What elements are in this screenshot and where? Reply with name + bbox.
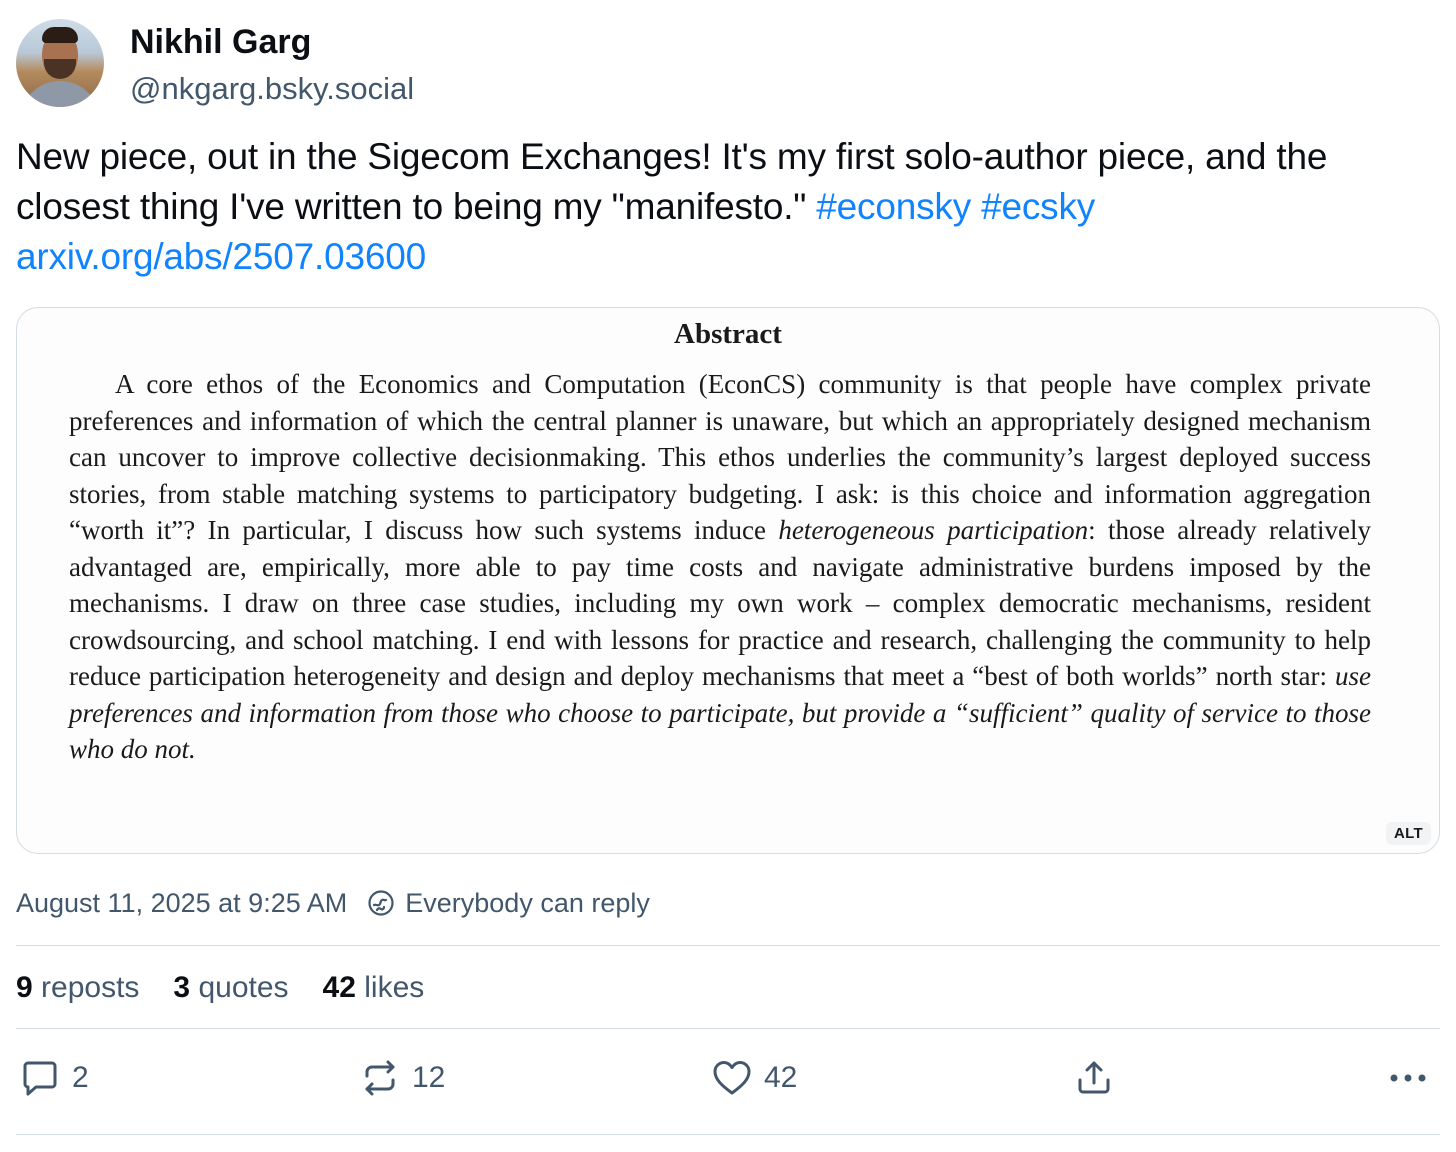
abstract-italic-1: heterogeneous participation — [778, 515, 1089, 545]
divider — [16, 945, 1440, 946]
likes-count[interactable]: 42 likes — [323, 968, 425, 1008]
post-body-text: New piece, out in the Sigecom Exchanges!… — [16, 136, 1328, 227]
author-display-name[interactable]: Nikhil Garg — [130, 22, 414, 62]
like-count: 42 — [764, 1061, 798, 1094]
reply-setting[interactable]: Everybody can reply — [367, 885, 650, 921]
globe-reply-icon — [368, 890, 394, 916]
divider — [16, 1028, 1440, 1029]
reply-count: 2 — [72, 1061, 89, 1094]
avatar[interactable] — [16, 19, 104, 107]
more-options-button[interactable] — [1386, 1058, 1430, 1098]
repost-button[interactable]: 12 — [360, 1058, 445, 1098]
more-icon — [1390, 1074, 1426, 1082]
reply-button[interactable]: 2 — [20, 1058, 89, 1098]
post-meta: August 11, 2025 at 9:25 AM Everybody can… — [16, 885, 650, 921]
alt-badge[interactable]: ALT — [1386, 822, 1431, 845]
post-timestamp[interactable]: August 11, 2025 at 9:25 AM — [16, 885, 347, 921]
reposts-count[interactable]: 9 reposts — [16, 968, 139, 1008]
hashtag-econsky[interactable]: #econsky — [816, 186, 971, 227]
reply-setting-label: Everybody can reply — [405, 888, 650, 918]
like-icon — [713, 1061, 751, 1095]
engagement-counts: 9 reposts 3 quotes 42 likes — [16, 968, 458, 1008]
post-text: New piece, out in the Sigecom Exchanges!… — [16, 132, 1440, 282]
author-handle[interactable]: @nkgarg.bsky.social — [130, 70, 414, 108]
quotes-count[interactable]: 3 quotes — [173, 968, 288, 1008]
author-names: Nikhil Garg @nkgarg.bsky.social — [130, 18, 414, 108]
share-button[interactable] — [1074, 1058, 1114, 1098]
divider — [16, 1134, 1440, 1135]
abstract-body: A core ethos of the Economics and Comput… — [69, 366, 1371, 768]
abstract-title: Abstract — [674, 318, 782, 350]
reply-icon — [23, 1061, 57, 1096]
post-image[interactable]: Abstract A core ethos of the Economics a… — [16, 307, 1440, 854]
hashtag-ecsky[interactable]: #ecsky — [981, 186, 1095, 227]
arxiv-link[interactable]: arxiv.org/abs/2507.03600 — [16, 236, 426, 277]
post-header: Nikhil Garg @nkgarg.bsky.social — [16, 18, 414, 108]
share-icon — [1078, 1061, 1110, 1094]
like-button[interactable]: 42 — [712, 1058, 797, 1098]
repost-count: 12 — [412, 1061, 446, 1094]
repost-icon — [365, 1060, 395, 1096]
